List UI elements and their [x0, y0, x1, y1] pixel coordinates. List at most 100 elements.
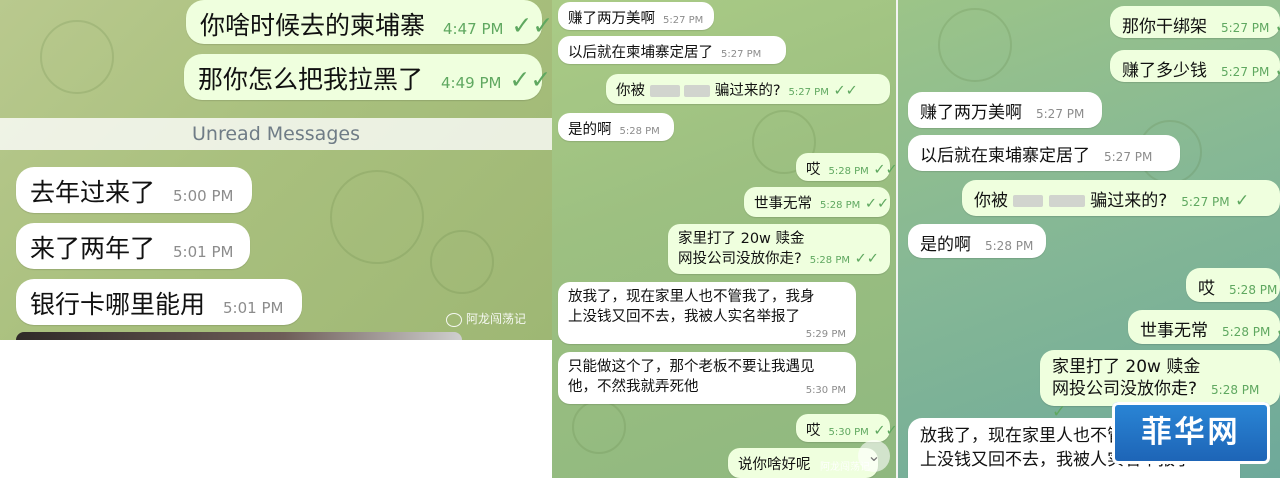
message-time: 5:28 PM — [820, 200, 861, 211]
message-bubble[interactable]: 是的啊 5:28 PM — [558, 113, 674, 141]
message-time: 5:27 PM — [1221, 21, 1270, 35]
scroll-down-button[interactable]: ⌄ — [858, 440, 890, 472]
message-text: 以后就在柬埔寨定居了 — [920, 146, 1090, 166]
watermark: 阿龙闯荡记 — [446, 310, 526, 327]
message-bubble[interactable]: 你被 骗过来的? 5:27 PM ✓ — [962, 180, 1280, 216]
message-text: 哎 — [806, 162, 821, 178]
background-doodle — [430, 230, 494, 294]
message-bubble[interactable]: 哎5:28 PM ✓ — [1186, 268, 1280, 302]
message-time: 5:28 PM — [1222, 325, 1271, 339]
message-time: 5:28 PM — [1229, 283, 1278, 297]
read-check-icon: ✓✓ — [833, 83, 858, 99]
background-doodle — [40, 20, 114, 94]
message-text: 是的啊 — [920, 235, 971, 255]
wechat-icon — [446, 312, 462, 327]
message-time: 5:30 PM — [805, 385, 846, 396]
background-doodle — [330, 170, 424, 264]
message-text: 银行卡哪里能用 — [30, 290, 206, 319]
message-bubble[interactable]: 你啥时候去的柬埔寨 4:47 PM ✓✓ — [186, 0, 552, 44]
message-bubble[interactable]: 赚了多少钱 5:27 PM ✓ — [1110, 50, 1280, 82]
message-text: 哎 — [1198, 279, 1215, 299]
message-time: 5:27 PM — [663, 15, 704, 26]
message-bubble[interactable]: 是的啊 5:28 PM — [908, 224, 1046, 258]
message-bubble[interactable]: 只能做这个了，那个老板不要让我遇见 他，不然我就弄死他 5:30 PM — [558, 352, 856, 404]
message-time: 5:00 PM — [173, 187, 234, 205]
message-text-line: 上没钱又回不去，我被人实名举报了 — [568, 309, 800, 325]
chevron-down-icon: ⌄ — [867, 446, 881, 465]
redacted-name — [684, 85, 711, 97]
message-bubble[interactable]: 赚了两万美啊 5:27 PM — [908, 92, 1102, 128]
read-check-icon: ✓✓ — [509, 65, 552, 94]
message-time: 4:49 PM — [441, 74, 502, 92]
read-check-icon: ✓✓ — [854, 251, 879, 267]
read-check-icon: ✓ — [1275, 61, 1280, 81]
message-time: 5:28 PM — [809, 255, 850, 266]
message-time: 5:27 PM — [1036, 107, 1085, 121]
message-text-line: 只能做这个了，那个老板不要让我遇见 — [568, 359, 815, 375]
message-bubble[interactable]: 那你怎么把我拉黑了 4:49 PM ✓✓ — [184, 54, 551, 100]
message-time: 5:28 PM — [1211, 383, 1260, 397]
message-bubble[interactable]: 以后就在柬埔寨定居了 5:27 PM — [558, 36, 786, 64]
media-thumbnail[interactable] — [16, 332, 462, 340]
redacted-name — [1013, 195, 1044, 207]
message-text-line: 放我了，现在家里人也不管我了，我身 — [568, 289, 815, 305]
message-bubble[interactable]: 哎 5:28 PM ✓✓ — [796, 153, 896, 181]
message-time: 5:27 PM — [788, 87, 829, 98]
message-bubble[interactable]: 世事无常 5:28 PM ✓✓ — [744, 187, 890, 217]
message-bubble[interactable]: 家里打了 20w 赎金 网投公司没放你走? 5:28 PM ✓ — [1040, 350, 1280, 422]
message-text: 来了两年了 — [30, 234, 156, 263]
message-text: 你被 — [974, 191, 1008, 211]
message-bubble[interactable]: 放我了，现在家里人也不管我了，我身 上没钱又回不去，我被人实名举报了 5:29 … — [558, 282, 856, 344]
message-text: 说你啥好呢 — [738, 457, 811, 473]
redacted-name — [649, 85, 680, 97]
message-text: 去年过来了 — [30, 178, 156, 207]
message-bubble[interactable]: 银行卡哪里能用 5:01 PM — [16, 279, 302, 325]
message-text-line: 他，不然我就弄死他 — [568, 379, 699, 395]
message-text-line: 家里打了 20w 赎金 — [678, 231, 805, 247]
message-bubble[interactable]: 家里打了 20w 赎金 网投公司没放你走? 5:28 PM ✓✓ — [668, 224, 890, 274]
message-time: 5:30 PM — [828, 427, 869, 438]
message-text: 骗过来的? — [714, 83, 781, 99]
message-text: 以后就在柬埔寨定居了 — [568, 45, 713, 61]
message-text: 你啥时候去的柬埔寨 — [200, 11, 426, 40]
message-text: 骗过来的? — [1090, 191, 1168, 211]
message-bubble[interactable]: 赚了两万美啊 5:27 PM — [558, 2, 714, 30]
message-bubble[interactable]: 以后就在柬埔寨定居了 5:27 PM — [908, 135, 1180, 171]
message-time: 5:29 PM — [805, 329, 846, 340]
message-text: 世事无常 — [1140, 321, 1208, 341]
message-bubble[interactable]: 那你干绑架 5:27 PM ✓ — [1110, 6, 1280, 38]
read-check-icon: ✓✓ — [873, 162, 896, 178]
message-text: 赚了两万美啊 — [568, 11, 655, 27]
message-time: 4:47 PM — [443, 20, 504, 38]
read-check-icon: ✓✓ — [511, 11, 552, 40]
background-doodle — [938, 8, 1012, 82]
message-bubble[interactable]: 去年过来了 5:00 PM — [16, 167, 252, 213]
read-check-icon: ✓✓ — [864, 196, 890, 212]
message-time: 5:01 PM — [173, 243, 234, 261]
message-time: 5:27 PM — [1221, 65, 1270, 79]
message-bubble[interactable]: 哎 5:30 PM ✓✓ — [796, 414, 896, 442]
read-check-icon: ✓✓ — [873, 423, 896, 439]
watermark-text: 阿龙闯荡记 — [466, 312, 527, 326]
message-time: 5:27 PM — [721, 49, 762, 60]
message-text: 那你怎么把我拉黑了 — [198, 65, 424, 94]
message-text-line: 家里打了 20w 赎金 — [1052, 357, 1201, 377]
message-bubble[interactable]: 来了两年了 5:01 PM — [16, 223, 250, 269]
message-time: 5:27 PM — [1181, 195, 1230, 209]
message-text-line: 网投公司没放你走? — [678, 251, 802, 267]
message-bubble[interactable]: 你被 骗过来的? 5:27 PM ✓✓ — [606, 74, 890, 104]
message-bubble[interactable]: 世事无常 5:28 PM ✓ — [1128, 310, 1280, 344]
message-time: 5:27 PM — [1104, 150, 1153, 164]
background-doodle — [572, 400, 626, 454]
message-text: 世事无常 — [754, 196, 812, 212]
read-check-icon: ✓ — [1275, 17, 1280, 37]
message-time: 5:28 PM — [619, 126, 660, 137]
redacted-name — [1048, 195, 1085, 207]
message-text: 赚了多少钱 — [1122, 61, 1207, 81]
message-text: 你被 — [616, 83, 645, 99]
read-check-icon: ✓ — [1235, 191, 1250, 211]
unread-messages-divider: Unread Messages — [0, 118, 552, 150]
message-text: 哎 — [806, 423, 821, 439]
message-text: 赚了两万美啊 — [920, 103, 1022, 123]
read-check-icon: ✓ — [1276, 321, 1280, 341]
